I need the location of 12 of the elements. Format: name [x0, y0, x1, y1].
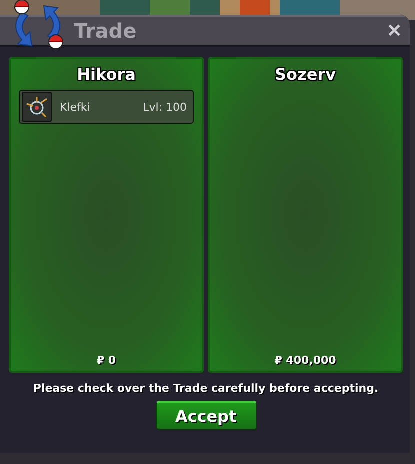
accept-button[interactable]: Accept: [156, 401, 256, 430]
close-button[interactable]: ✕: [387, 20, 402, 42]
item-level: Lvl: 100: [143, 100, 187, 114]
notice-text: Please check over the Trade carefully before accepting.: [33, 382, 379, 395]
trade-item[interactable]: Klefki Lvl: 100: [19, 90, 194, 124]
money-amount: ₽ 400,000: [274, 354, 336, 367]
window-title: Trade: [74, 19, 137, 43]
key-ring-icon: [22, 92, 52, 122]
money-amount: ₽ 0: [96, 354, 116, 367]
trader-name: Hikora: [77, 65, 136, 84]
trader-name: Sozerv: [275, 65, 336, 84]
item-name: Klefki: [60, 100, 92, 114]
